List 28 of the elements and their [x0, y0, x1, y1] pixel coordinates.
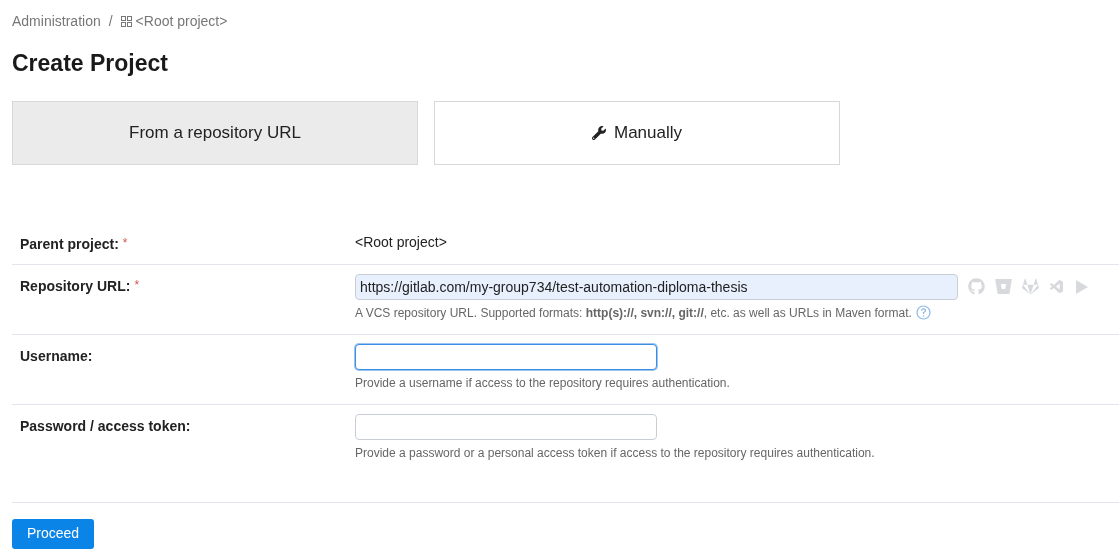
breadcrumb-link[interactable]: <Root project>: [135, 11, 228, 32]
help-text: A VCS repository URL. Supported formats: http(s)://, svn://, git://, etc. as well as URLs in Maven format.: [355, 304, 912, 322]
play-icon[interactable]: [1075, 278, 1089, 295]
fox-icon[interactable]: [1022, 278, 1039, 295]
text-input[interactable]: https://gitlab.com/my-group734/test-automation-diploma-thesis: [355, 273, 958, 300]
field-label: Parent project:: [20, 234, 119, 254]
text-input[interactable]: [355, 413, 657, 440]
field-label: Password / access token:: [20, 416, 191, 436]
grid-icon: [120, 16, 132, 27]
breadcrumb-separator: /: [108, 12, 113, 31]
mode-tab[interactable]: Manually: [434, 100, 840, 165]
required-mark: *: [134, 276, 140, 294]
help-text: Provide a username if access to the repository requires authentication.: [355, 374, 730, 392]
cat-icon[interactable]: [968, 278, 985, 295]
bow-icon[interactable]: [1049, 278, 1065, 295]
mode-tab[interactable]: From a repository URL: [12, 100, 418, 165]
proceed-button[interactable]: Proceed: [12, 518, 95, 549]
help-icon[interactable]: [915, 305, 931, 320]
bucket-icon[interactable]: [995, 278, 1012, 295]
text-input[interactable]: [355, 343, 657, 370]
parent-project-value: <Root project>: [355, 232, 447, 252]
breadcrumb-link[interactable]: Administration: [12, 11, 101, 32]
wrench-icon: [591, 125, 606, 140]
field-label: Username:: [20, 346, 93, 366]
required-mark: *: [122, 234, 128, 252]
field-label: Repository URL:: [20, 276, 131, 296]
help-text: Provide a password or a personal access token if access to the repository requires authentication.: [355, 444, 875, 462]
page-title: Create Project: [12, 49, 169, 78]
